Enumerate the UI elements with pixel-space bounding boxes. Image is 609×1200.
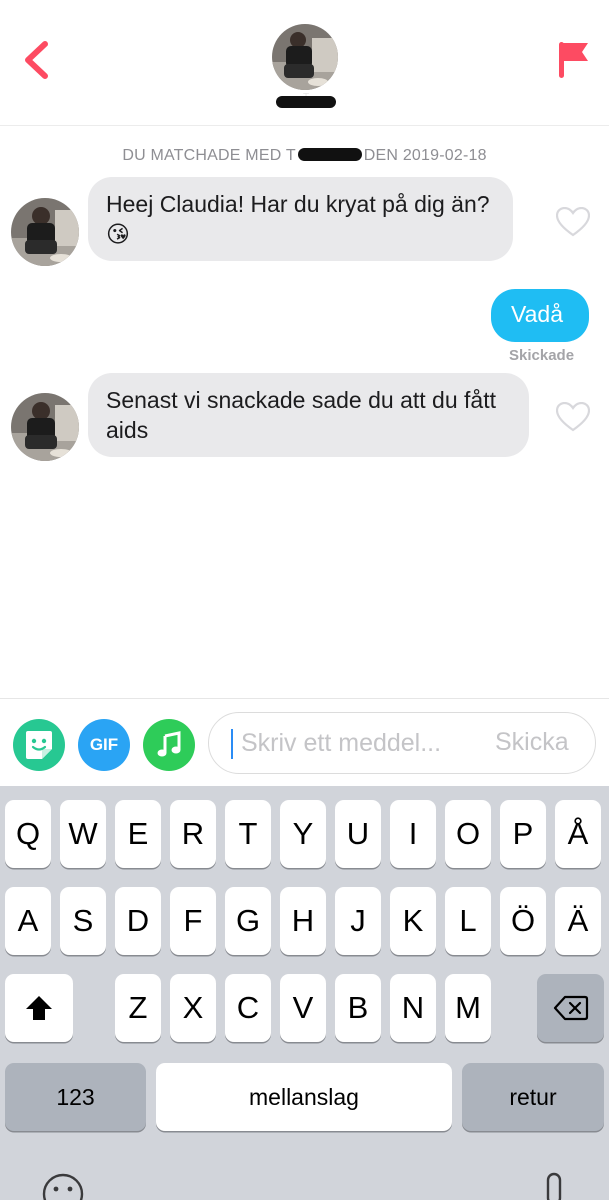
key-e[interactable]: E — [115, 800, 161, 868]
message-field[interactable]: Skicka — [208, 712, 596, 774]
key-t[interactable]: T — [225, 800, 271, 868]
chat-thread: DU MATCHADE MED T DEN 2019-02-18 Heej Cla… — [0, 126, 609, 698]
key-d[interactable]: D — [115, 887, 161, 955]
back-button[interactable] — [18, 38, 58, 82]
key-y[interactable]: Y — [280, 800, 326, 868]
numbers-key[interactable]: 123 — [5, 1063, 146, 1131]
microphone-icon — [546, 1172, 562, 1200]
sticker-button[interactable] — [13, 719, 65, 771]
message-bubble-incoming[interactable]: Heej Claudia! Har du kryat på dig än? 😘 — [88, 177, 513, 261]
space-key[interactable]: mellanslag — [156, 1063, 452, 1131]
message-composer: GIF Skicka — [0, 698, 609, 786]
key-m[interactable]: M — [445, 974, 491, 1042]
backspace-icon — [553, 995, 588, 1021]
key-i[interactable]: I — [390, 800, 436, 868]
music-button[interactable] — [143, 719, 195, 771]
key-s[interactable]: S — [60, 887, 106, 955]
key-r[interactable]: R — [170, 800, 216, 868]
key-c[interactable]: C — [225, 974, 271, 1042]
key-j[interactable]: J — [335, 887, 381, 955]
key-ae[interactable]: Ä — [555, 887, 601, 955]
key-h[interactable]: H — [280, 887, 326, 955]
message-bubble-incoming[interactable]: Senast vi snackade sade du att du fått a… — [88, 373, 529, 457]
emoji-icon — [42, 1173, 84, 1200]
match-info-suffix: DEN 2019-02-18 — [363, 147, 487, 164]
key-n[interactable]: N — [390, 974, 436, 1042]
chat-header: T — [0, 0, 609, 126]
key-f[interactable]: F — [170, 887, 216, 955]
key-x[interactable]: X — [170, 974, 216, 1042]
key-aa[interactable]: Å — [555, 800, 601, 868]
message-input[interactable] — [241, 713, 481, 773]
on-screen-keyboard: Q W E R T Y U I O P Å A S D F G H J K L … — [0, 786, 609, 1200]
key-p[interactable]: P — [500, 800, 546, 868]
key-b[interactable]: B — [335, 974, 381, 1042]
redaction-bar — [276, 96, 336, 108]
emoji-button[interactable] — [41, 1172, 85, 1200]
key-k[interactable]: K — [390, 887, 436, 955]
like-message-button[interactable] — [555, 401, 591, 432]
delete-key[interactable] — [537, 974, 604, 1042]
gif-label: GIF — [89, 735, 119, 754]
match-avatar[interactable] — [272, 24, 338, 90]
message-status: Skickade — [509, 347, 575, 364]
music-note-icon — [157, 731, 181, 757]
like-message-button[interactable] — [555, 206, 591, 237]
dictation-button[interactable] — [540, 1172, 568, 1200]
flag-icon — [559, 42, 588, 78]
key-z[interactable]: Z — [115, 974, 161, 1042]
message-bubble-outgoing[interactable]: Vadå — [491, 289, 589, 342]
text-caret — [231, 729, 233, 759]
key-q[interactable]: Q — [5, 800, 51, 868]
key-o[interactable]: O — [445, 800, 491, 868]
key-g[interactable]: G — [225, 887, 271, 955]
sender-avatar[interactable] — [11, 393, 79, 461]
key-a[interactable]: A — [5, 887, 51, 955]
redaction-bar — [297, 148, 362, 161]
shift-key[interactable] — [5, 974, 73, 1042]
key-u[interactable]: U — [335, 800, 381, 868]
heart-icon — [555, 401, 591, 432]
heart-icon — [555, 206, 591, 237]
return-key[interactable]: retur — [462, 1063, 604, 1131]
key-oe[interactable]: Ö — [500, 887, 546, 955]
key-l[interactable]: L — [445, 887, 491, 955]
chevron-left-icon — [25, 41, 48, 79]
send-button[interactable]: Skicka — [495, 728, 569, 757]
sticker-icon — [26, 731, 52, 759]
match-info: DU MATCHADE MED T DEN 2019-02-18 — [0, 147, 609, 165]
report-button[interactable] — [556, 38, 592, 82]
match-name: T — [276, 92, 336, 108]
key-w[interactable]: W — [60, 800, 106, 868]
match-info-prefix: DU MATCHADE MED T — [122, 147, 296, 164]
sender-avatar[interactable] — [11, 198, 79, 266]
shift-icon — [26, 996, 52, 1020]
gif-button[interactable]: GIF — [78, 719, 130, 771]
key-v[interactable]: V — [280, 974, 326, 1042]
